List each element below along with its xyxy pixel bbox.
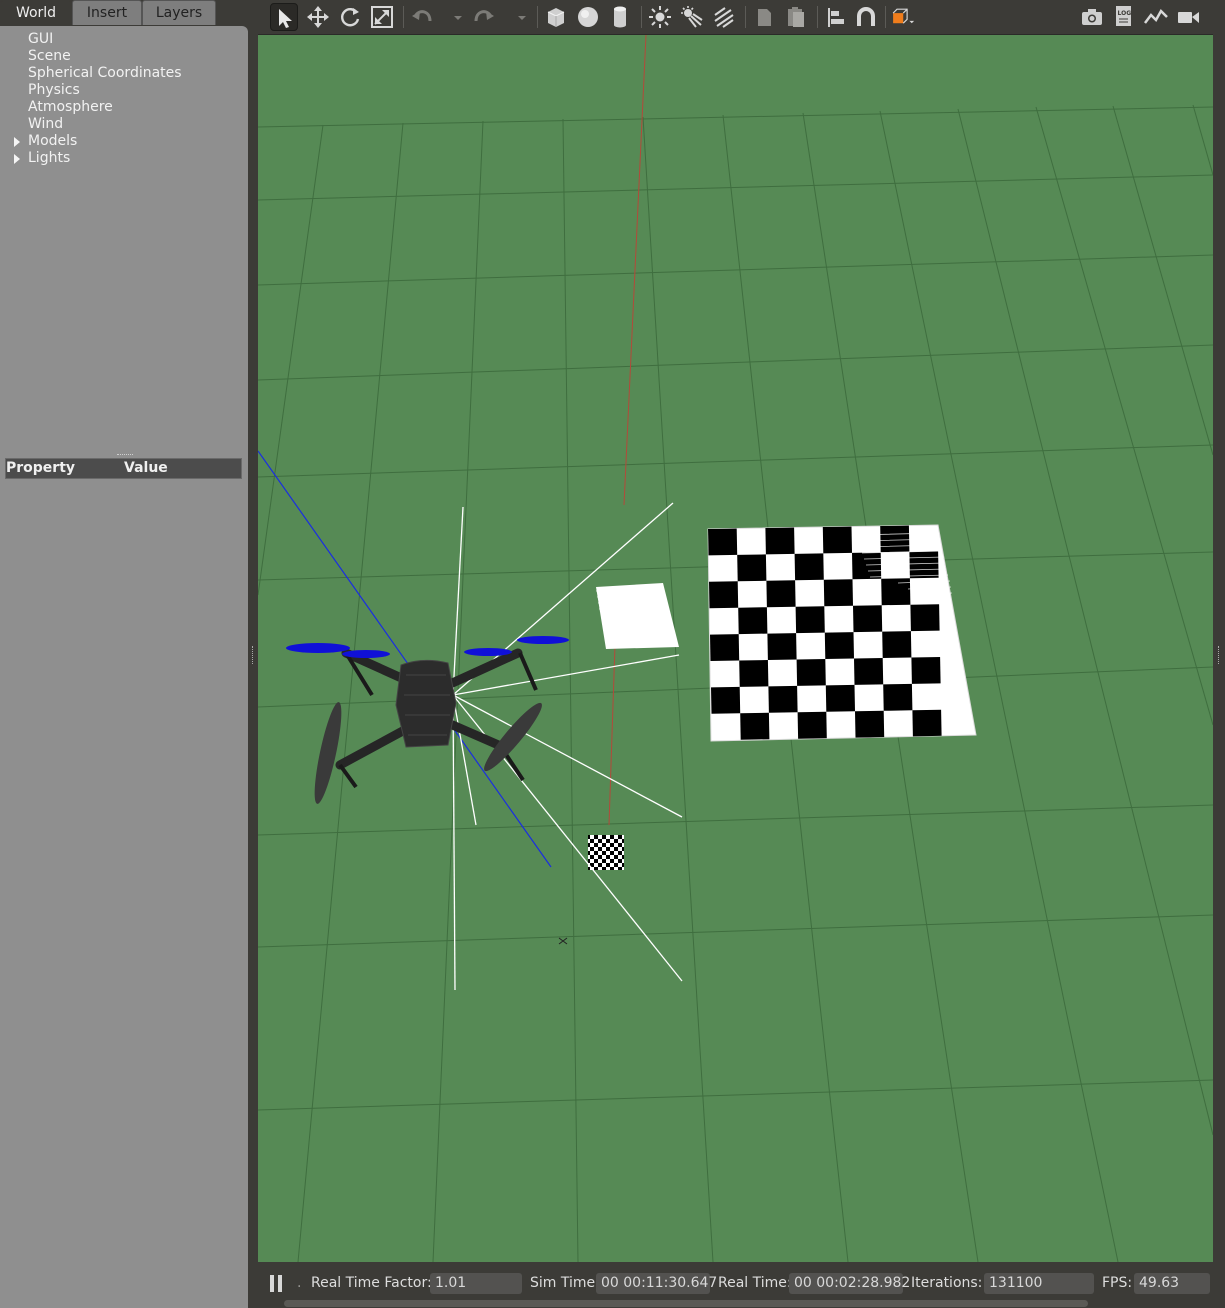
real-time-label: Real Time:: [718, 1275, 792, 1291]
real-time-factor-value: 1.01: [430, 1273, 522, 1294]
redo-history-icon[interactable]: [508, 3, 526, 31]
tab-insert[interactable]: Insert: [72, 0, 142, 25]
translate-mode-icon[interactable]: [304, 3, 332, 31]
tree-item-wind[interactable]: Wind: [0, 116, 240, 133]
real-time-value: 00 00:02:28.982: [789, 1273, 910, 1294]
tree-item-models[interactable]: Models: [0, 133, 240, 150]
align-icon[interactable]: [822, 3, 850, 31]
x-axis-red-line-lower: [608, 644, 616, 826]
tree-item-label: Models: [28, 133, 78, 149]
redo-icon[interactable]: [470, 3, 498, 31]
toolbar-separator: [885, 6, 886, 28]
value-column-header[interactable]: Value: [124, 459, 168, 478]
laser-scan-rays: [452, 502, 683, 991]
iterations-label: Iterations:: [911, 1275, 983, 1291]
iterations-value: 131100: [984, 1273, 1094, 1294]
tree-item-label: Wind: [28, 116, 64, 132]
tab-world[interactable]: World: [0, 0, 72, 25]
horizontal-scrollbar[interactable]: [284, 1300, 1088, 1307]
simulation-status-bar: . Real Time Factor: 1.01 Sim Time: 00 00…: [258, 1262, 1213, 1308]
origin-marker: [558, 937, 568, 945]
point-light-icon[interactable]: [646, 3, 674, 31]
log-icon[interactable]: LOG: [1110, 3, 1138, 31]
scene-3d-viewport[interactable]: [258, 35, 1213, 1262]
copy-icon[interactable]: [750, 3, 778, 31]
tab-layers[interactable]: Layers: [142, 0, 216, 25]
select-mode-icon[interactable]: [270, 3, 298, 31]
expand-arrow-icon[interactable]: [14, 154, 20, 164]
spot-light-icon[interactable]: [678, 3, 706, 31]
change-view-icon[interactable]: [890, 3, 926, 31]
fps-value: 49.63: [1134, 1273, 1210, 1294]
paste-icon[interactable]: [782, 3, 810, 31]
video-record-icon[interactable]: [1174, 3, 1202, 31]
real-time-factor-label: Real Time Factor:: [311, 1275, 432, 1291]
tree-item-spherical-coordinates[interactable]: Spherical Coordinates: [0, 65, 240, 82]
sim-time-value: 00 00:11:30.647: [596, 1273, 717, 1294]
fps-label: FPS:: [1102, 1275, 1133, 1291]
directional-light-icon[interactable]: [710, 3, 738, 31]
tiny-checkerboard-calibration-target: [588, 835, 624, 870]
toolbar-separator: [817, 6, 818, 28]
undo-history-icon[interactable]: [444, 3, 462, 31]
expand-arrow-icon[interactable]: [14, 137, 20, 147]
x-axis-red-line: [623, 35, 647, 506]
tree-item-scene[interactable]: Scene: [0, 48, 240, 65]
toolbar-separator: [745, 6, 746, 28]
cylinder-shape-icon[interactable]: [606, 3, 634, 31]
property-column-header[interactable]: Property: [6, 459, 75, 478]
toolbar-separator: [403, 6, 404, 28]
sim-time-label: Sim Time:: [530, 1275, 600, 1291]
toolbar-separator: [641, 6, 642, 28]
world-tree: GUI Scene Spherical Coordinates Physics …: [0, 31, 240, 167]
sphere-shape-icon[interactable]: [574, 3, 602, 31]
undo-icon[interactable]: [408, 3, 436, 31]
world-panel: GUI Scene Spherical Coordinates Physics …: [0, 26, 248, 1308]
toolbar-separator: [537, 6, 538, 28]
left-tab-bar: World Insert Layers: [0, 0, 248, 26]
snap-magnet-icon[interactable]: [852, 3, 880, 31]
tree-item-gui[interactable]: GUI: [0, 31, 240, 48]
tree-item-label: Physics: [28, 82, 80, 98]
main-toolbar: LOG: [258, 0, 1213, 35]
tree-item-label: Spherical Coordinates: [28, 65, 182, 81]
scale-mode-icon[interactable]: [368, 3, 396, 31]
step-indicator: .: [297, 1275, 302, 1291]
left-panel-resize-handle[interactable]: [252, 646, 256, 664]
tree-item-label: GUI: [28, 31, 54, 47]
tree-item-lights[interactable]: Lights: [0, 150, 240, 167]
tree-item-atmosphere[interactable]: Atmosphere: [0, 99, 240, 116]
plot-icon[interactable]: [1142, 3, 1170, 31]
tree-item-label: Scene: [28, 48, 71, 64]
tree-item-label: Atmosphere: [28, 99, 113, 115]
box-shape-icon[interactable]: [542, 3, 570, 31]
right-panel-resize-handle[interactable]: [1218, 646, 1222, 664]
property-table-header: Property Value: [5, 458, 242, 479]
pause-icon[interactable]: [270, 1275, 284, 1292]
screenshot-camera-icon[interactable]: [1078, 3, 1106, 31]
tree-item-label: Lights: [28, 150, 71, 166]
large-checkerboard-calibration-target: [707, 524, 977, 742]
tree-item-physics[interactable]: Physics: [0, 82, 240, 99]
rotate-mode-icon[interactable]: [336, 3, 364, 31]
quadcopter-drone-model: [286, 636, 569, 804]
svg-text:LOG: LOG: [1118, 10, 1132, 17]
